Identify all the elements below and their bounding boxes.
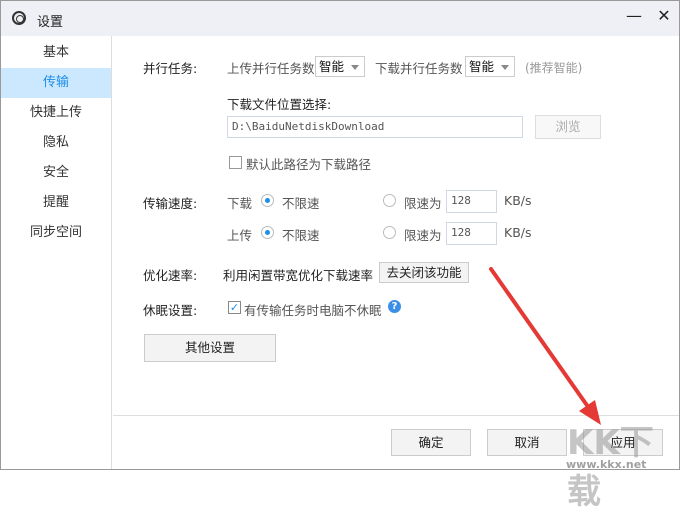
watermark-url: www.kkx.net	[566, 458, 647, 471]
red-arrow-annotation	[489, 267, 601, 425]
settings-window: 设置 — ✕ 基本 传输 快捷上传 隐私 安全 提醒 同步空间 并行任务: 上传…	[0, 0, 680, 512]
